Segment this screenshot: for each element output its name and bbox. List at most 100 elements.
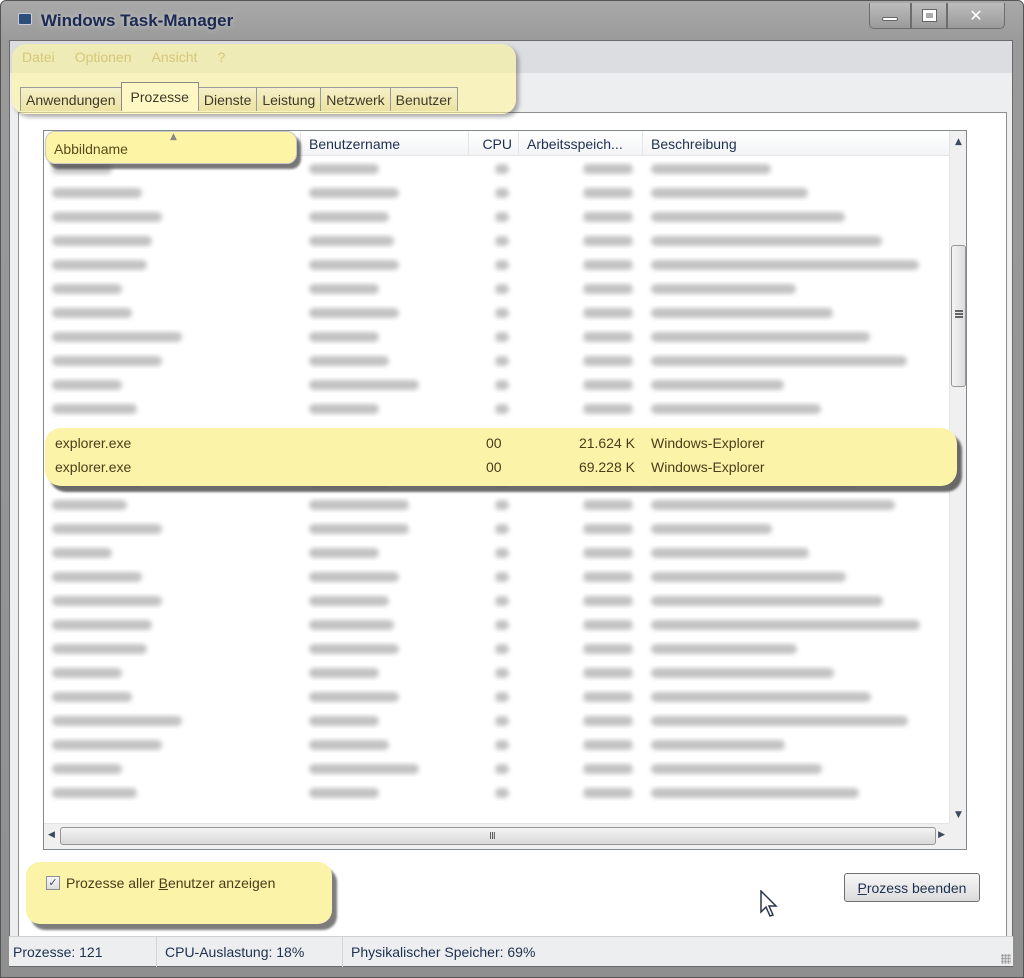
title-bar[interactable]: Windows Task-Manager ✕ — [1, 1, 1023, 41]
end-process-button[interactable]: Prozess beenden — [844, 873, 980, 902]
table-row[interactable] — [44, 277, 951, 301]
blurred-cell — [301, 257, 469, 273]
table-row[interactable] — [44, 541, 951, 565]
cell-cpu: 00 — [486, 435, 502, 451]
tab-netzwerk[interactable]: Netzwerk — [320, 87, 391, 111]
table-row[interactable]: explorer.exe 00 69.228 K Windows-Explore… — [45, 455, 957, 479]
blurred-cell — [44, 305, 301, 321]
highlight-abbildname-header[interactable]: ▲ Abbildname — [45, 131, 297, 164]
column-beschreibung-label: Beschreibung — [651, 135, 737, 152]
blurred-cell — [301, 377, 469, 393]
resize-grip-icon[interactable] — [1001, 954, 1011, 964]
blurred-cell — [643, 737, 951, 753]
blurred-cell — [643, 305, 951, 321]
table-row[interactable] — [44, 181, 951, 205]
tab-anwendungen[interactable]: Anwendungen — [20, 87, 122, 111]
tab-leistung[interactable]: Leistung — [256, 87, 322, 111]
table-row[interactable] — [44, 733, 951, 757]
tab-dienste[interactable]: Dienste — [197, 87, 258, 111]
table-row[interactable] — [44, 613, 951, 637]
process-list[interactable]: Abbildname Benutzername CPU Arbeitsspeic… — [43, 130, 967, 850]
blurred-cell — [643, 329, 951, 345]
menu-datei[interactable]: Datei — [22, 49, 55, 65]
blurred-cell — [519, 209, 643, 225]
tab-prozesse[interactable]: Prozesse — [120, 82, 199, 111]
table-row[interactable] — [44, 229, 951, 253]
status-bar: Prozesse: 121 CPU-Auslastung: 18% Physik… — [9, 936, 1013, 967]
column-cpu[interactable]: CPU — [469, 131, 519, 156]
table-row[interactable] — [44, 685, 951, 709]
table-row[interactable] — [44, 301, 951, 325]
blurred-cell — [301, 521, 469, 537]
table-row[interactable] — [44, 205, 951, 229]
menu-help[interactable]: ? — [217, 49, 225, 65]
blurred-cell — [44, 185, 301, 201]
minimize-button[interactable] — [869, 3, 911, 29]
blurred-cell — [469, 761, 519, 777]
blurred-cell — [301, 737, 469, 753]
blurred-cell — [44, 617, 301, 633]
blurred-cell — [469, 209, 519, 225]
blurred-cell — [469, 617, 519, 633]
blurred-cell — [44, 497, 301, 513]
table-row[interactable] — [44, 661, 951, 685]
blurred-cell — [469, 569, 519, 585]
column-arbeitsspeicher[interactable]: Arbeitsspeich... — [519, 131, 643, 156]
table-row[interactable] — [44, 757, 951, 781]
horizontal-scroll-thumb[interactable]: III — [60, 827, 936, 845]
blurred-cell — [469, 305, 519, 321]
scroll-left-icon[interactable]: ◀ — [48, 830, 55, 840]
blurred-cell — [301, 161, 469, 177]
table-row[interactable] — [44, 517, 951, 541]
scroll-down-icon[interactable]: ▼ — [950, 810, 966, 820]
cell-name: explorer.exe — [55, 459, 132, 475]
cell-memory: 21.624 K — [578, 435, 635, 451]
blurred-cell — [519, 785, 643, 801]
table-row[interactable] — [44, 325, 951, 349]
table-row[interactable] — [44, 565, 951, 589]
table-row[interactable] — [44, 493, 951, 517]
table-row[interactable] — [44, 373, 951, 397]
blurred-cell — [44, 713, 301, 729]
maximize-button[interactable] — [911, 3, 947, 29]
blurred-cell — [643, 209, 951, 225]
blurred-cell — [301, 641, 469, 657]
blurred-cell — [643, 761, 951, 777]
table-row[interactable] — [44, 709, 951, 733]
cell-description: Windows-Explorer — [651, 459, 765, 475]
menu-optionen[interactable]: Optionen — [75, 49, 132, 65]
task-manager-app-icon — [18, 13, 32, 25]
scroll-up-icon[interactable]: ▲ — [950, 137, 966, 147]
label-part: Prozesse aller — [66, 875, 159, 891]
button-label: rozess beenden — [866, 879, 967, 896]
horizontal-scrollbar[interactable]: ◀ III ▶ — [44, 823, 951, 849]
scroll-right-icon[interactable]: ▶ — [938, 830, 945, 840]
blurred-cell — [643, 545, 951, 561]
table-row[interactable] — [44, 637, 951, 661]
status-physical-memory: Physikalischer Speicher: 69% — [351, 943, 536, 960]
tab-benutzer[interactable]: Benutzer — [389, 87, 458, 111]
table-row[interactable] — [44, 397, 951, 421]
column-beschreibung[interactable]: Beschreibung — [643, 131, 951, 156]
table-row[interactable] — [44, 781, 951, 805]
column-benutzername[interactable]: Benutzername — [301, 131, 469, 156]
menu-ansicht[interactable]: Ansicht — [152, 49, 198, 65]
close-button[interactable]: ✕ — [947, 3, 1005, 29]
blurred-cell — [519, 401, 643, 417]
vertical-scroll-thumb[interactable] — [951, 245, 966, 387]
table-row[interactable]: explorer.exe 00 21.624 K Windows-Explore… — [45, 431, 957, 455]
blurred-cell — [643, 593, 951, 609]
blurred-cell — [301, 233, 469, 249]
blurred-cell — [643, 665, 951, 681]
table-row[interactable] — [44, 349, 951, 373]
blurred-cell — [44, 665, 301, 681]
table-row[interactable] — [44, 589, 951, 613]
minimize-icon — [882, 16, 898, 21]
blurred-cell — [643, 161, 951, 177]
blurred-cell — [44, 401, 301, 417]
table-row[interactable] — [44, 253, 951, 277]
blurred-cell — [519, 281, 643, 297]
label-part: enutzer anzeigen — [167, 875, 276, 891]
show-all-users-checkbox[interactable]: ✓ — [46, 876, 60, 890]
show-all-users-label[interactable]: Prozesse aller Benutzer anzeigen — [66, 875, 275, 891]
